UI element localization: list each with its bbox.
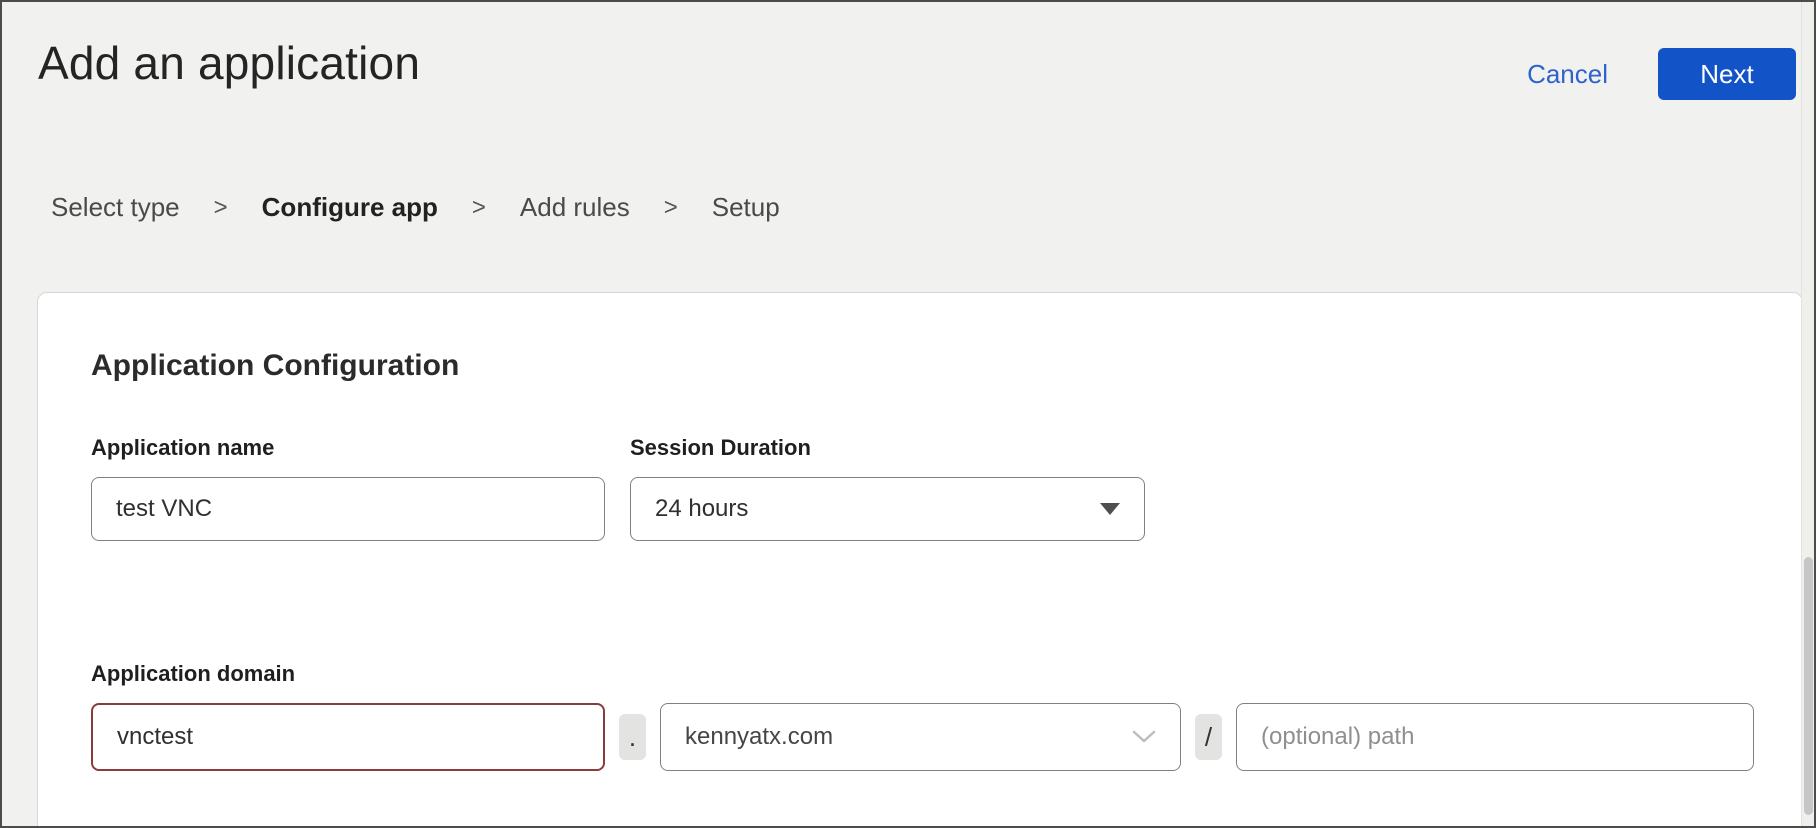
breadcrumb-step-add-rules[interactable]: Add rules [520, 192, 630, 223]
section-title: Application Configuration [91, 349, 459, 383]
breadcrumb-step-configure-app[interactable]: Configure app [262, 192, 438, 223]
configuration-card: Application Configuration Application na… [37, 292, 1803, 828]
breadcrumb-step-setup[interactable]: Setup [712, 192, 780, 223]
breadcrumb-step-select-type[interactable]: Select type [51, 192, 180, 223]
window-frame: Add an application Cancel Next Select ty… [0, 0, 1816, 828]
caret-down-icon [1100, 503, 1120, 515]
session-duration-select[interactable]: 24 hours [630, 477, 1145, 541]
path-input[interactable] [1236, 703, 1754, 771]
session-duration-value: 24 hours [655, 495, 748, 523]
subdomain-input[interactable] [91, 703, 605, 771]
slash-separator: / [1195, 714, 1222, 760]
application-name-label: Application name [91, 435, 605, 461]
session-duration-label: Session Duration [630, 435, 1145, 461]
cancel-button[interactable]: Cancel [1527, 59, 1608, 90]
chevron-down-icon [1132, 730, 1156, 744]
scrollbar[interactable] [1801, 2, 1814, 826]
application-domain-row: . kennyatx.com / [91, 703, 1755, 771]
next-button[interactable]: Next [1658, 48, 1796, 100]
session-duration-field: Session Duration 24 hours [630, 435, 1145, 541]
application-domain-label: Application domain [91, 661, 1755, 687]
domain-select[interactable]: kennyatx.com [660, 703, 1181, 771]
application-name-field: Application name [91, 435, 605, 541]
breadcrumb-separator: > [472, 194, 486, 222]
application-name-input[interactable] [91, 477, 605, 541]
breadcrumb-separator: > [664, 194, 678, 222]
breadcrumb: Select type > Configure app > Add rules … [51, 192, 780, 223]
name-duration-row: Application name Session Duration 24 hou… [91, 435, 1145, 541]
domain-select-value: kennyatx.com [685, 723, 833, 751]
breadcrumb-separator: > [214, 194, 228, 222]
scrollbar-thumb[interactable] [1804, 557, 1813, 815]
dot-separator: . [619, 714, 646, 760]
application-domain-field: Application domain . kennyatx.com / [91, 661, 1755, 771]
page-title: Add an application [38, 36, 420, 90]
header-actions: Cancel Next [1527, 48, 1796, 100]
